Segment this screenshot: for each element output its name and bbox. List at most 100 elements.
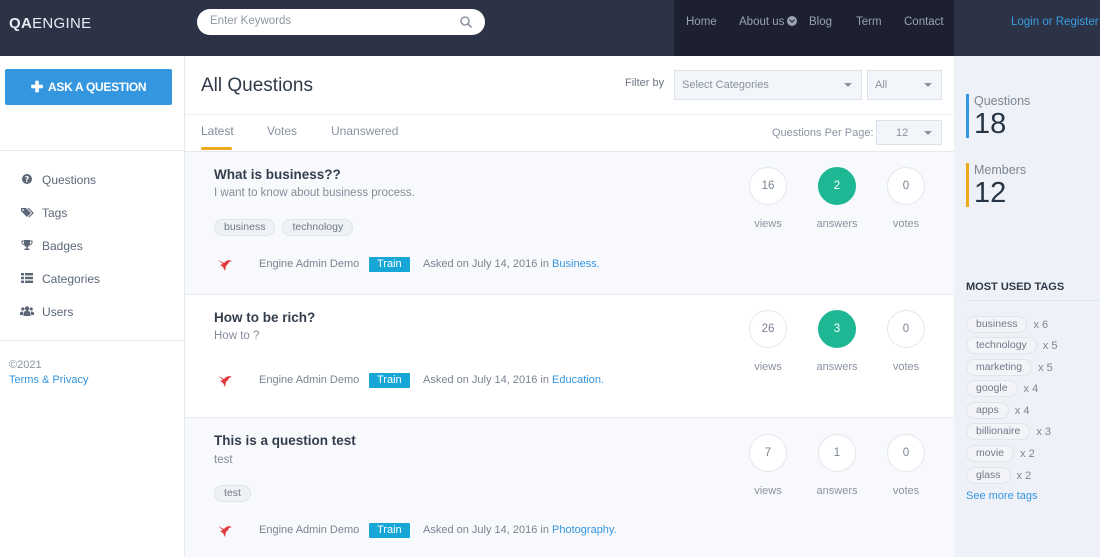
- ask-question-button[interactable]: ✚ ASK A QUESTION: [5, 69, 172, 105]
- category-select[interactable]: Select Categories: [674, 70, 862, 100]
- question-excerpt: test: [214, 454, 233, 466]
- user-badge: Train: [369, 523, 410, 538]
- answers-count: 2 answers: [817, 167, 857, 230]
- popular-tag-row: apps x 4: [966, 402, 1029, 419]
- author-avatar-icon[interactable]: [217, 374, 233, 388]
- views-count: 26 views: [748, 310, 788, 373]
- list-icon: [21, 273, 33, 283]
- sidebar-item-users[interactable]: Users: [20, 305, 73, 325]
- main-content: All Questions Filter by Select Categorie…: [185, 56, 954, 557]
- type-filter-select[interactable]: All: [867, 70, 942, 100]
- search-input[interactable]: Enter Keywords: [197, 9, 485, 35]
- divider: [966, 300, 1100, 301]
- see-more-tags-link[interactable]: See more tags: [966, 490, 1038, 502]
- sidebar-item-questions[interactable]: ? Questions: [20, 173, 96, 193]
- terms-privacy-link[interactable]: Terms & Privacy: [9, 374, 88, 386]
- tag[interactable]: marketing: [966, 359, 1033, 376]
- sidebar-item-tags[interactable]: Tags: [20, 206, 67, 226]
- tag[interactable]: apps: [966, 402, 1009, 419]
- svg-text:?: ?: [25, 175, 30, 184]
- search-icon[interactable]: [459, 15, 473, 29]
- author-avatar-icon[interactable]: [217, 258, 233, 272]
- plus-icon: ✚: [30, 79, 44, 96]
- caret-down-icon: [924, 83, 932, 87]
- votes-count: 0 votes: [886, 434, 926, 497]
- popular-tag-row: technology x 5: [966, 337, 1057, 354]
- tag[interactable]: movie: [966, 445, 1015, 462]
- author-avatar-icon[interactable]: [217, 524, 233, 538]
- popular-tag-row: movie x 2: [966, 445, 1035, 462]
- tag[interactable]: test: [214, 485, 251, 502]
- caret-down-icon: [844, 83, 852, 87]
- author-name[interactable]: Engine Admin Demo: [259, 374, 359, 386]
- per-page-select[interactable]: 12: [876, 120, 942, 145]
- tag[interactable]: business: [966, 316, 1028, 333]
- divider: [0, 340, 184, 341]
- question-item: What is business?? I want to know about …: [185, 152, 954, 295]
- question-excerpt: I want to know about business process.: [214, 187, 415, 199]
- tag[interactable]: billionaire: [966, 423, 1031, 440]
- tag[interactable]: google: [966, 380, 1018, 397]
- question-meta: Engine Admin Demo Train Asked on July 14…: [214, 257, 614, 273]
- question-tags: business technology: [214, 219, 354, 236]
- asked-info: Asked on July 14, 2016 in Business.: [423, 258, 600, 270]
- logo[interactable]: QAENGINE: [9, 15, 91, 32]
- right-sidebar: Questions 18 Members 12 MOST USED TAGS b…: [954, 56, 1100, 557]
- tab-votes[interactable]: Votes: [267, 124, 297, 138]
- popular-tag-row: billionaire x 3: [966, 423, 1051, 440]
- author-name[interactable]: Engine Admin Demo: [259, 258, 359, 270]
- user-badge: Train: [369, 373, 410, 388]
- tab-latest[interactable]: Latest: [201, 124, 234, 138]
- category-link[interactable]: Education.: [552, 374, 604, 386]
- answers-count: 1 answers: [817, 434, 857, 497]
- question-meta: Engine Admin Demo Train Asked on July 14…: [214, 523, 617, 539]
- left-sidebar: ✚ ASK A QUESTION ? Questions Tags Badges C…: [0, 56, 185, 557]
- popular-tag-row: glass x 2: [966, 467, 1031, 484]
- popular-tag-row: marketing x 5: [966, 359, 1053, 376]
- filter-label: Filter by: [625, 77, 665, 89]
- copyright: ©2021: [9, 359, 42, 371]
- author-name[interactable]: Engine Admin Demo: [259, 524, 359, 536]
- question-excerpt: How to ?: [214, 330, 260, 342]
- login-register-link[interactable]: Login or Register: [1011, 16, 1099, 28]
- asked-info: Asked on July 14, 2016 in Education.: [423, 374, 605, 386]
- users-icon: [20, 306, 34, 316]
- votes-count: 0 votes: [886, 167, 926, 230]
- question-title[interactable]: What is business??: [214, 167, 341, 182]
- category-link[interactable]: Business.: [552, 258, 600, 270]
- nav-about-us[interactable]: About us: [739, 16, 798, 28]
- active-tab-indicator: [201, 147, 232, 150]
- popular-tag-row: google x 4: [966, 380, 1038, 397]
- category-link[interactable]: Photography.: [552, 524, 617, 536]
- questions-stat: Questions 18: [966, 94, 1030, 139]
- user-badge: Train: [369, 257, 410, 272]
- tag[interactable]: technology: [282, 219, 354, 236]
- question-tags: test: [214, 485, 251, 502]
- members-stat: Members 12: [966, 163, 1026, 208]
- asked-info: Asked on July 14, 2016 in Photography.: [423, 524, 617, 536]
- chevron-down-icon: [787, 16, 798, 26]
- question-item: This is a question test test test Engine…: [185, 418, 954, 557]
- stat-accent-bar: [966, 163, 969, 207]
- tag[interactable]: technology: [966, 337, 1037, 354]
- tags-icon: [21, 207, 34, 218]
- views-count: 16 views: [748, 167, 788, 230]
- nav-home[interactable]: Home: [686, 16, 717, 28]
- tag[interactable]: business: [214, 219, 276, 236]
- divider: [0, 150, 184, 151]
- sidebar-item-categories[interactable]: Categories: [20, 272, 100, 292]
- tag[interactable]: glass: [966, 467, 1011, 484]
- question-title[interactable]: How to be rich?: [214, 310, 315, 325]
- sidebar-item-badges[interactable]: Badges: [20, 239, 83, 259]
- nav-contact[interactable]: Contact: [904, 16, 944, 28]
- question-title[interactable]: This is a question test: [214, 433, 356, 448]
- question-circle-icon: ?: [22, 174, 32, 184]
- divider: [185, 114, 954, 115]
- nav-term[interactable]: Term: [856, 16, 882, 28]
- nav-blog[interactable]: Blog: [809, 16, 832, 28]
- answers-count: 3 answers: [817, 310, 857, 373]
- tab-unanswered[interactable]: Unanswered: [331, 124, 398, 138]
- page-title: All Questions: [201, 75, 313, 96]
- popular-tag-row: business x 6: [966, 316, 1048, 333]
- main-nav: Home About us Blog Term Contact: [674, 0, 954, 56]
